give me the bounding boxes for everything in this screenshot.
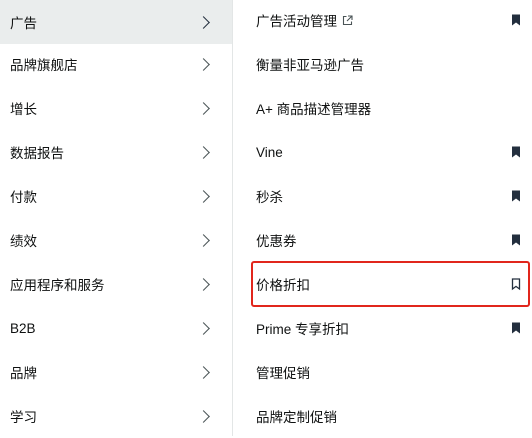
- left-menu-item-payments[interactable]: 付款: [0, 174, 232, 218]
- left-menu-item-growth[interactable]: 增长: [0, 86, 232, 130]
- submenu-item-campaign-manager[interactable]: 广告活动管理: [233, 0, 532, 42]
- left-menu-item-label: 品牌: [10, 366, 37, 381]
- left-menu-item-label: 品牌旗舰店: [10, 58, 78, 73]
- chevron-right-icon: [197, 15, 210, 29]
- left-menu-item-advertising[interactable]: 广告: [0, 0, 232, 44]
- submenu-item-lightning-deals[interactable]: 秒杀: [233, 174, 532, 218]
- submenu-item-label: 衡量非亚马逊广告: [256, 58, 364, 73]
- bookmark-filled-icon[interactable]: [510, 321, 522, 335]
- submenu-item-brand-tailored-promotions[interactable]: 品牌定制促销: [233, 394, 532, 438]
- left-menu-item-brand[interactable]: 品牌: [0, 350, 232, 394]
- chevron-right-icon: [197, 57, 210, 71]
- chevron-right-icon: [197, 365, 210, 379]
- left-menu-item-apps-services[interactable]: 应用程序和服务: [0, 262, 232, 306]
- submenu-item-price-discounts[interactable]: 价格折扣: [233, 262, 532, 306]
- external-link-icon: [342, 14, 353, 25]
- left-menu-item-label: 应用程序和服务: [10, 278, 105, 293]
- submenu-item-coupons[interactable]: 优惠券: [233, 218, 532, 262]
- submenu-item-label: 广告活动管理: [256, 14, 337, 29]
- left-menu-item-b2b[interactable]: B2B: [0, 306, 232, 350]
- chevron-right-icon: [197, 409, 210, 423]
- left-menu-item-label: 广告: [10, 16, 37, 31]
- bookmark-filled-icon[interactable]: [510, 145, 522, 159]
- chevron-right-icon: [197, 189, 210, 203]
- submenu-item-label: Vine: [256, 144, 283, 160]
- chevron-right-icon: [197, 321, 210, 335]
- bookmark-outline-icon[interactable]: [510, 277, 522, 291]
- submenu-item-vine[interactable]: Vine: [233, 130, 532, 174]
- bookmark-filled-icon[interactable]: [510, 189, 522, 203]
- left-menu-panel: 广告 品牌旗舰店 增长 数据报告 付款 绩效 应用程序和服务 B2B 品牌 学习: [0, 0, 232, 436]
- left-menu-item-performance[interactable]: 绩效: [0, 218, 232, 262]
- submenu-item-measure-non-amazon-ads[interactable]: 衡量非亚马逊广告: [233, 42, 532, 86]
- left-menu-item-label: B2B: [10, 320, 36, 336]
- chevron-right-icon: [197, 101, 210, 115]
- submenu-item-label: 价格折扣: [256, 278, 310, 293]
- bookmark-filled-icon[interactable]: [510, 13, 522, 27]
- left-menu-item-reports[interactable]: 数据报告: [0, 130, 232, 174]
- submenu-item-label: 品牌定制促销: [256, 410, 337, 425]
- left-menu-item-label: 学习: [10, 410, 37, 425]
- submenu-item-label: 秒杀: [256, 190, 283, 205]
- left-menu-item-learn[interactable]: 学习: [0, 394, 232, 438]
- submenu-item-a-plus-content-manager[interactable]: A+ 商品描述管理器: [233, 86, 532, 130]
- left-menu-item-brand-store[interactable]: 品牌旗舰店: [0, 42, 232, 86]
- left-menu-item-label: 增长: [10, 102, 37, 117]
- bookmark-filled-icon[interactable]: [510, 233, 522, 247]
- submenu-item-label: Prime 专享折扣: [256, 322, 350, 337]
- right-submenu-panel: 广告活动管理 衡量非亚马逊广告 A+ 商品描述管理器 Vine 秒杀 优惠券 价…: [233, 0, 532, 436]
- submenu-item-label: 管理促销: [256, 366, 310, 381]
- left-menu-item-label: 绩效: [10, 234, 37, 249]
- chevron-right-icon: [197, 145, 210, 159]
- chevron-right-icon: [197, 277, 210, 291]
- chevron-right-icon: [197, 233, 210, 247]
- submenu-item-label: A+ 商品描述管理器: [256, 102, 372, 117]
- left-menu-item-label: 数据报告: [10, 146, 64, 161]
- submenu-item-prime-exclusive-discounts[interactable]: Prime 专享折扣: [233, 306, 532, 350]
- submenu-item-manage-promotions[interactable]: 管理促销: [233, 350, 532, 394]
- left-menu-item-label: 付款: [10, 190, 37, 205]
- submenu-item-label: 优惠券: [256, 234, 297, 249]
